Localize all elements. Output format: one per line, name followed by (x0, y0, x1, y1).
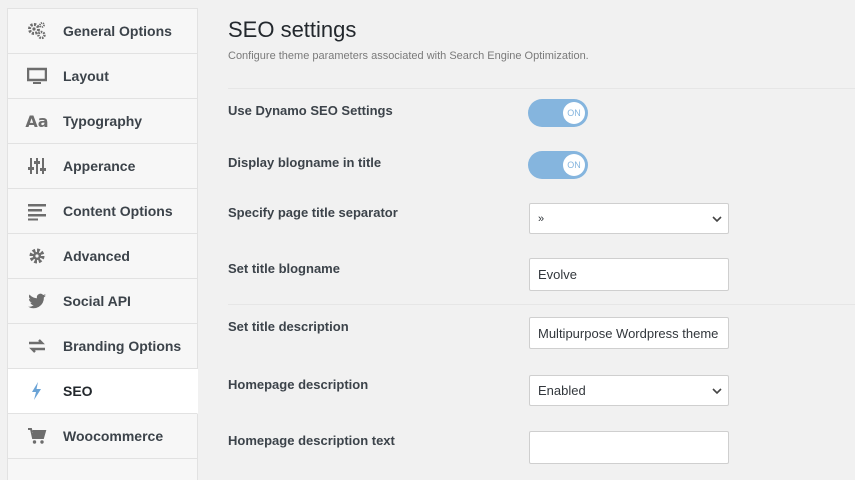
setting-row-title-description: Set title description Multipurpose Wordp… (228, 304, 855, 362)
toggle-state: ON (563, 154, 585, 176)
homepage-description-text-input[interactable] (529, 431, 729, 464)
twitter-icon (27, 291, 47, 311)
monitor-icon (27, 66, 47, 86)
sidebar-item-label: Content Options (63, 203, 173, 219)
text-lines-icon (27, 201, 47, 221)
sidebar-item-label: Apperance (63, 158, 136, 174)
setting-label: Set title description (228, 319, 349, 334)
sidebar-item-branding-options[interactable]: Branding Options (8, 324, 197, 369)
input-value: Multipurpose Wordpress theme (538, 325, 719, 341)
setting-row-display-blogname: Display blogname in title ON (228, 139, 855, 190)
sidebar-item-label: Layout (63, 68, 109, 84)
options-sidebar: General Options Layout Aa Typography App… (7, 8, 198, 480)
title-description-input[interactable]: Multipurpose Wordpress theme (529, 317, 729, 349)
setting-row-homepage-description: Homepage description Enabled (228, 362, 855, 418)
arrows-icon (27, 336, 47, 356)
cart-icon (27, 426, 47, 446)
setting-row-use-dynamo-seo: Use Dynamo SEO Settings ON (228, 88, 855, 139)
page-subtitle: Configure theme parameters associated wi… (228, 50, 589, 62)
sidebar-item-apperance[interactable]: Apperance (8, 144, 197, 189)
sidebar-item-label: SEO (63, 383, 93, 399)
gears-icon (27, 21, 47, 41)
setting-label: Set title blogname (228, 261, 340, 276)
setting-label: Specify page title separator (228, 205, 398, 220)
setting-row-homepage-description-text: Homepage description text (228, 418, 855, 480)
sidebar-item-label: Branding Options (63, 338, 182, 354)
sidebar-item-label: Woocommerce (63, 428, 164, 444)
display-blogname-toggle[interactable]: ON (528, 151, 588, 179)
chevron-down-icon (712, 215, 722, 222)
toggle-state: ON (563, 102, 585, 124)
sidebar-item-woocommerce[interactable]: Woocommerce (8, 414, 197, 459)
setting-row-title-separator: Specify page title separator » (228, 190, 855, 246)
sidebar-item-typography[interactable]: Aa Typography (8, 99, 197, 144)
sidebar-item-advanced[interactable]: Advanced (8, 234, 197, 279)
sidebar-item-label: Advanced (63, 248, 130, 264)
sidebar-item-label: Typography (63, 113, 143, 129)
title-blogname-input[interactable]: Evolve (529, 258, 729, 291)
sidebar-item-content-options[interactable]: Content Options (8, 189, 197, 234)
seo-settings-panel: SEO settings Configure theme parameters … (228, 0, 855, 480)
select-value: » (538, 212, 545, 225)
setting-label: Use Dynamo SEO Settings (228, 103, 393, 118)
sidebar-item-label: General Options (63, 23, 172, 39)
chevron-down-icon (712, 387, 722, 394)
page-title: SEO settings (228, 17, 357, 42)
setting-label: Display blogname in title (228, 155, 382, 170)
select-value: Enabled (538, 383, 586, 398)
sidebar-item-layout[interactable]: Layout (8, 54, 197, 99)
setting-label: Homepage description text (228, 433, 395, 448)
title-separator-select[interactable]: » (529, 203, 729, 234)
sliders-icon (27, 156, 47, 176)
sidebar-item-general-options[interactable]: General Options (8, 9, 197, 54)
bolt-icon (27, 381, 47, 401)
sidebar-item-label: Social API (63, 293, 131, 309)
use-dynamo-seo-toggle[interactable]: ON (528, 99, 588, 127)
homepage-description-select[interactable]: Enabled (529, 375, 729, 406)
gear-icon (27, 246, 47, 266)
sidebar-item-social-api[interactable]: Social API (8, 279, 197, 324)
sidebar-item-seo[interactable]: SEO (8, 369, 198, 414)
setting-label: Homepage description (228, 377, 369, 392)
input-value: Evolve (538, 267, 578, 282)
setting-row-title-blogname: Set title blogname Evolve (228, 246, 855, 304)
typography-icon: Aa (25, 111, 49, 131)
